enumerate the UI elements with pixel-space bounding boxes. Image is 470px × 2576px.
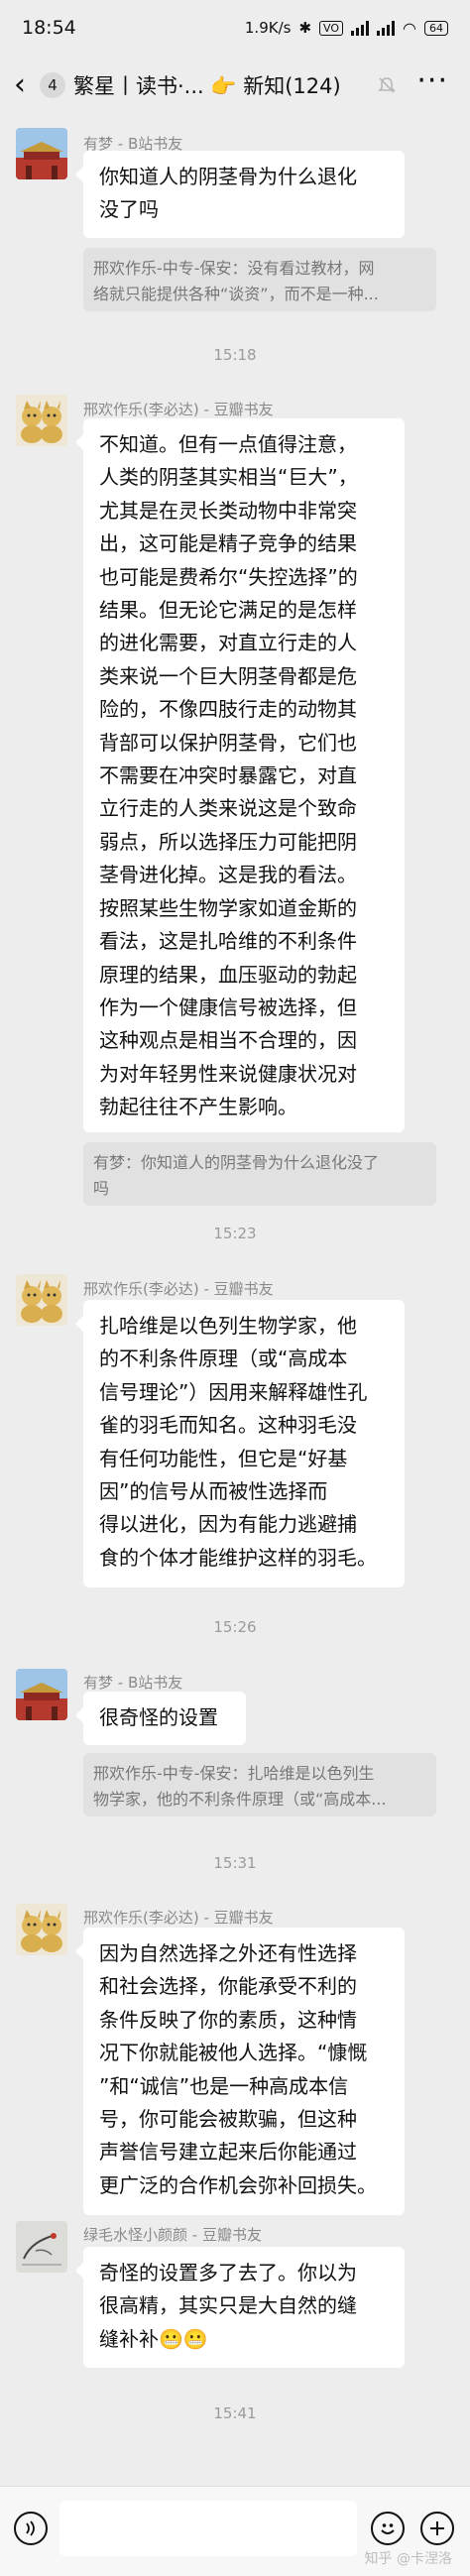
sender-name: 邢欢作乐(李必达) - 豆瓣书友 [83,1280,274,1298]
message-line: 人类的阴茎其实相当“巨大”， [99,465,358,490]
message-line: 出，这可能是精子竞争的结果 [99,531,357,556]
plus-icon[interactable] [420,2512,454,2545]
message-line: 缝补补😬😬 [99,2326,208,2351]
message-line: 有任何功能性，但它是“好基 [99,1446,348,1470]
network-speed: 1.9K/s [244,19,292,37]
bluetooth-icon: ✱ [298,19,312,37]
volte-icon: VO [319,20,344,36]
palace-avatar[interactable] [16,128,67,179]
sender-name: 邢欢作乐(李必达) - 豆瓣书友 [83,1909,274,1927]
signal-icon [351,20,370,36]
message-line: 弱点，所以选择压力可能把阴 [99,829,357,854]
message-line: 原理的结果，血压驱动的勃起 [99,962,357,987]
message-line: 这种观点是相当不合理的，因 [99,1028,357,1053]
quoted-message[interactable]: 邢欢作乐-中专-保安：没有看过教材，网 络就只能提供各种“谈资”，而不是一种..… [83,248,436,311]
quote-line: 邢欢作乐-中专-保安：扎哈维是以色列生 [93,1764,375,1783]
timestamp: 15:18 [213,346,257,364]
message-bubble[interactable]: 不知道。但有一点值得注意， 人类的阴茎其实相当“巨大”， 尤其是在灵长类动物中非… [75,418,405,1132]
message-line: 也可能是费希尔“失控选择”的 [99,564,358,589]
voice-icon[interactable] [14,2512,48,2545]
message-bubble[interactable]: 很奇怪的设置 [75,1692,246,1745]
message-line: 没了吗 [99,197,159,222]
message-line: 勃起往往不产生影响。 [99,1095,297,1119]
message-line: 尤其是在灵长类动物中非常突 [99,498,357,523]
quote-line: 吗 [93,1179,110,1198]
quote-line: 邢欢作乐-中专-保安：没有看过教材，网 [93,259,375,278]
message-line: ”和“诚信”也是一种高成本信 [99,2073,349,2098]
signal-icon-2 [377,20,396,36]
kitten-figurine-avatar[interactable] [16,1904,67,1955]
quoted-message[interactable]: 有梦：你知道人的阴茎骨为什么退化没了 吗 [83,1142,436,1206]
quote-line: 络就只能提供各种“谈资”，而不是一种... [93,285,379,303]
battery-icon: 64 [424,20,448,36]
chat-title: 繁星丨读书·... 👉 新知(124) [73,74,341,98]
quote-line: 物学家，他的不利条件原理（或“高成本... [93,1790,387,1809]
message-line: 茎骨进化掉。这是我的看法。 [99,863,357,887]
more-options-icon[interactable]: ··· [416,63,448,98]
mute-bell-icon [377,75,397,100]
unread-count-badge: 4 [40,72,65,98]
sender-name: 有梦 - B站书友 [83,1674,183,1692]
message-line: 为对年轻男性来说健康状况对 [99,1061,357,1086]
quote-line: 有梦：你知道人的阴茎骨为什么退化没了 [93,1153,380,1172]
message-line: 你知道人的阴茎骨为什么退化 [99,165,357,188]
message-line: 很高精，其实只是大自然的缝 [99,2293,357,2318]
status-indicators: 1.9K/s ✱ VO ◠ 64 [245,19,448,38]
message-line: 不知道。但有一点值得注意， [99,432,357,456]
message-line: 况下你就能被他人选择。“慷慨 [99,2041,368,2065]
message-line: 不需要在冲突时暴露它，对直 [99,763,357,788]
message-line: 类来说一个巨大阴茎骨都是危 [99,663,357,688]
message-bubble[interactable]: 奇怪的设置多了去了。你以为 很高精，其实只是大自然的缝 缝补补😬😬 [75,2247,405,2368]
message-line: 声誉信号建立起来后你能通过 [99,2140,357,2165]
message-line: 险的，不像四肢行走的动物其 [99,697,357,722]
watermark: 知乎 @卡涅洛 [364,2551,452,2567]
chat-header: ‹ 4 繁星丨读书·... 👉 新知(124) ··· [0,56,470,115]
message-bubble[interactable]: 你知道人的阴茎骨为什么退化 没了吗 [75,151,405,238]
message-line: 条件反映了你的素质，这种情 [99,2007,357,2032]
message-line: 立行走的人类来说这是个致命 [99,796,357,821]
message-line: 扎哈维是以色列生物学家，他 [99,1314,357,1338]
message-line: 按照某些生物学家如道金斯的 [99,895,357,920]
message-input[interactable] [59,2501,357,2556]
message-line: 更广泛的合作机会弥补回损失。 [99,2172,377,2197]
timestamp: 15:26 [213,1618,257,1636]
message-bubble[interactable]: 扎哈维是以色列生物学家，他 的不利条件原理（或“高成本 信号理论”）因用来解释雄… [75,1300,405,1587]
sender-name: 绿毛水怪小颜颜 - 豆瓣书友 [83,2226,262,2244]
message-line: 看法，这是扎哈维的不利条件 [99,929,357,954]
message-line: 和社会选择，你能承受不利的 [99,1974,357,1999]
message-line: 因为自然选择之外还有性选择 [99,1941,357,1965]
message-line: 食的个体才能维护这样的羽毛。 [99,1545,377,1570]
palace-avatar[interactable] [16,1669,67,1720]
message-line: 号，你可能会被欺骗，但这种 [99,2107,357,2132]
message-line: 作为一个健康信号被选择，但 [99,995,357,1019]
message-line: 信号理论”）因用来解释雄性孔 [99,1379,368,1404]
message-line: 得以进化，因为有能力逃避捕 [99,1512,357,1537]
message-line: 的不利条件原理（或“高成本 [99,1347,348,1371]
emoji-icon[interactable] [371,2512,405,2545]
message-bubble[interactable]: 因为自然选择之外还有性选择 和社会选择，你能承受不利的 条件反映了你的素质，这种… [75,1928,405,2215]
bird-sketch-avatar[interactable] [16,2221,67,2273]
message-line: 很奇怪的设置 [99,1705,218,1729]
kitten-figurine-avatar[interactable] [16,395,67,446]
timestamp: 15:31 [213,1854,257,1872]
sender-name: 邢欢作乐(李必达) - 豆瓣书友 [83,401,274,418]
message-line: 因”的信号从而被性选择而 [99,1479,328,1504]
quoted-message[interactable]: 邢欢作乐-中专-保安：扎哈维是以色列生 物学家，他的不利条件原理（或“高成本..… [83,1753,436,1816]
timestamp: 15:23 [213,1225,257,1242]
kitten-figurine-avatar[interactable] [16,1274,67,1326]
message-line: 奇怪的设置多了去了。你以为 [99,2261,357,2284]
message-line: 的进化需要，对直立行走的人 [99,631,357,655]
message-line: 背部可以保护阴茎骨，它们也 [99,730,357,755]
message-line: 雀的羽毛而知名。这种羽毛没 [99,1413,357,1438]
status-time: 18:54 [22,17,76,39]
timestamp: 15:41 [213,2404,257,2422]
message-line: 结果。但无论它满足的是怎样 [99,598,357,623]
status-bar: 18:54 1.9K/s ✱ VO ◠ 64 [0,0,470,56]
wifi-icon: ◠ [403,18,416,38]
chevron-left-icon[interactable]: ‹ [14,70,40,100]
